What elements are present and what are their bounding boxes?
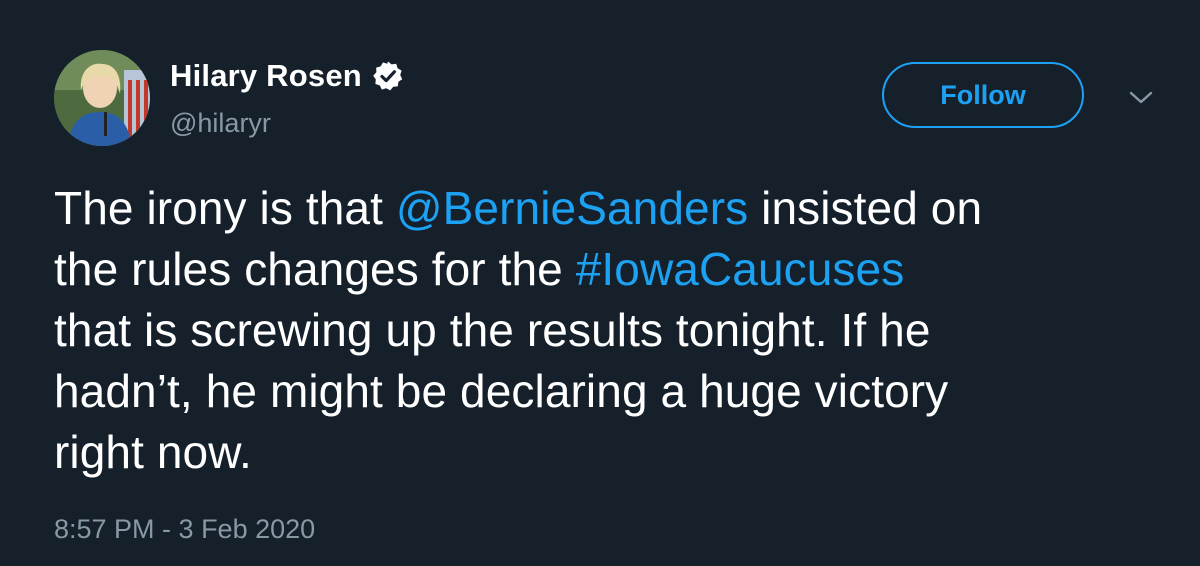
author-handle[interactable]: @hilaryr (170, 108, 271, 139)
tweet-line: hadn’t, he might be declaring a huge vic… (54, 365, 949, 417)
avatar[interactable] (54, 50, 150, 146)
tweet-body: The irony is that @BernieSanders insiste… (54, 178, 1164, 483)
tweet-line: the rules changes for the #IowaCaucuses (54, 239, 1164, 300)
tweet-text-segment: The irony is that (54, 182, 396, 234)
follow-button[interactable]: Follow (882, 62, 1084, 128)
tweet-card: Hilary Rosen @hilaryr Follow The irony i… (0, 0, 1200, 566)
tweet-timestamp[interactable]: 8:57 PM - 3 Feb 2020 (54, 514, 315, 545)
tweet-text-segment: the rules changes for the (54, 243, 576, 295)
author-name-row: Hilary Rosen (170, 56, 404, 96)
tweet-line: right now. (54, 426, 252, 478)
tweet-line: The irony is that @BernieSanders insiste… (54, 178, 1164, 239)
verified-badge-icon (372, 60, 404, 92)
tweet-line: that is screwing up the results tonight.… (54, 304, 931, 356)
author-display-name[interactable]: Hilary Rosen (170, 58, 362, 94)
mention-link[interactable]: @BernieSanders (396, 182, 748, 234)
chevron-down-icon[interactable] (1126, 86, 1156, 110)
tweet-text-segment: insisted on (748, 182, 983, 234)
profile-photo (54, 50, 150, 146)
hashtag-link[interactable]: #IowaCaucuses (576, 243, 905, 295)
